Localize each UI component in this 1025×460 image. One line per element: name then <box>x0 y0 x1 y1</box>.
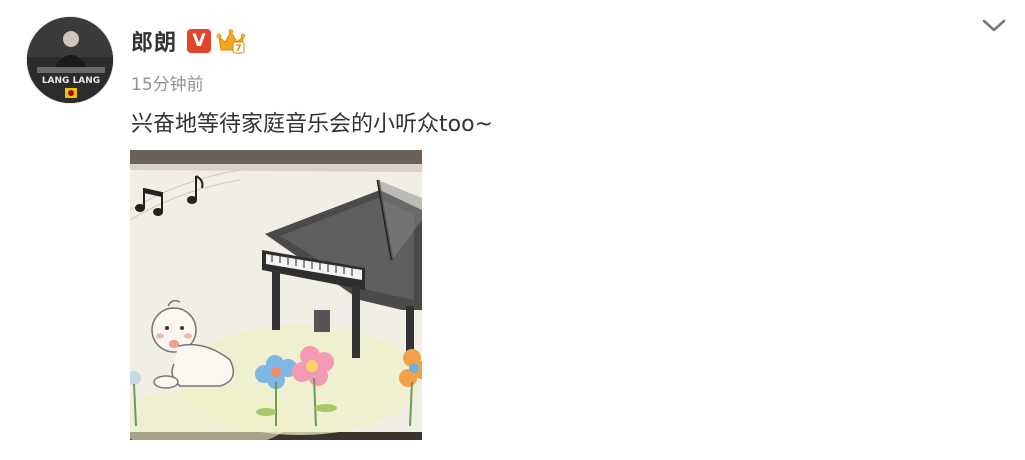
author-row: 郎朗 V 7 <box>131 24 246 58</box>
post-text: 兴奋地等待家庭音乐会的小听众too~ <box>131 112 493 137</box>
post-timestamp[interactable]: 15分钟前 <box>131 70 204 95</box>
post-image[interactable] <box>130 150 422 440</box>
avatar-image: LANG LANG <box>27 17 113 103</box>
more-options-button[interactable] <box>978 12 1010 40</box>
avatar-lettering: LANG LANG <box>42 76 100 86</box>
crown-icon[interactable]: 7 <box>216 28 246 54</box>
weibo-post-card: LANG LANG 郎朗 V 7 15分钟前 兴奋地等待家庭音乐会的小听众too… <box>0 0 1025 460</box>
verified-v-icon[interactable]: V <box>187 29 212 53</box>
author-avatar[interactable]: LANG LANG <box>26 16 114 104</box>
drawing-image <box>130 150 422 440</box>
author-name[interactable]: 郎朗 <box>131 25 177 57</box>
chevron-down-icon <box>982 19 1006 32</box>
svg-text:7: 7 <box>235 44 241 54</box>
